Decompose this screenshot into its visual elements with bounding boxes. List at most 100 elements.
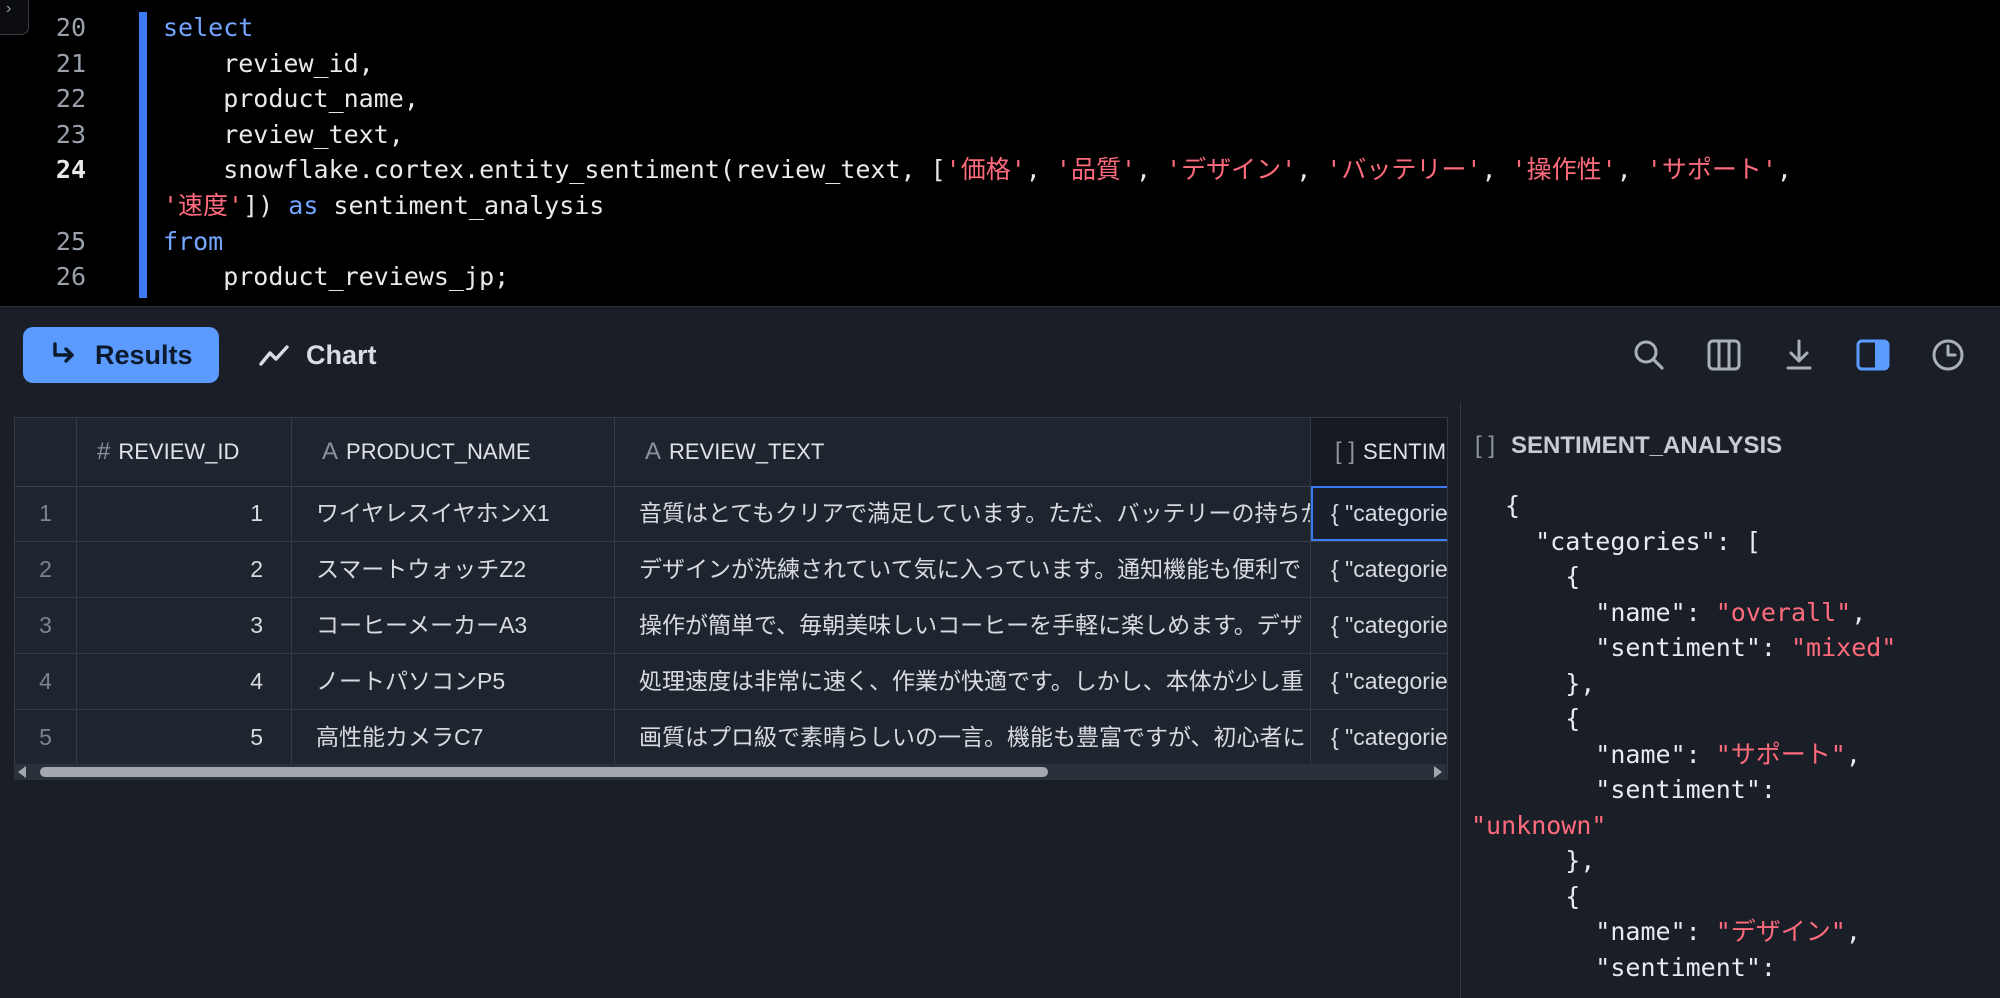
column-header-sentiment-analysis[interactable]: [ ]SENTIMENT_ANALYSIS [1311,418,1447,486]
table-row[interactable]: 4 4 ノートパソコンP5 処理速度は非常に速く、作業が快適です。しかし、本体が少し重… [15,654,1447,710]
json-token: { [1505,491,1521,520]
code-token: sentiment_analysis [318,191,605,220]
line-number: 21 [55,48,86,78]
chart-tab-button[interactable]: Chart [254,327,404,383]
json-line: "name": "サポート", [1505,737,1896,773]
code-token: , [1296,155,1327,185]
cell-review-id[interactable]: 4 [77,654,292,709]
sql-keyword: as [288,191,319,220]
scrollbar-thumb[interactable] [40,767,1048,777]
horizontal-scrollbar[interactable] [14,764,1446,780]
line-number: 26 [55,262,86,292]
json-line: }, [1505,843,1896,879]
code-token: review_id, [163,48,374,78]
row-number: 3 [15,598,77,653]
json-token: "name": [1505,739,1716,769]
cell-sentiment-analysis[interactable]: { "categories": [ [1311,598,1447,653]
cell-sentiment-analysis[interactable]: { "categories": [ [1311,486,1447,541]
json-line: "name": "overall", [1505,595,1896,631]
json-viewer: { "categories": [ { "name": "overall", "… [1471,488,1896,985]
search-icon[interactable] [1629,335,1669,375]
json-line: { [1505,488,1896,524]
detail-title: [ ] SENTIMENT_ANALYSIS [1475,432,1782,460]
row-number-header [15,418,77,486]
json-token: "name": [1505,917,1716,946]
code-token: review_text, [163,119,404,149]
column-header-product-name[interactable]: A PRODUCT_NAME [292,418,615,486]
string-literal: '価格' [945,155,1026,185]
cell-review-id[interactable]: 1 [77,486,292,541]
json-string-value: "mixed" [1790,633,1897,662]
json-line: "name": "デザイン", [1505,914,1896,950]
cell-review-text[interactable]: 画質はプロ級で素晴らしいの一言。機能も豊富ですが、初心者に [615,710,1311,765]
cell-review-id[interactable]: 3 [77,598,292,653]
history-icon[interactable] [1928,335,1968,375]
table-row[interactable]: 5 5 高性能カメラC7 画質はプロ級で素晴らしいの一言。機能も豊富ですが、初心者に{… [15,710,1447,766]
cell-review-text[interactable]: 操作が簡単で、毎朝美味しいコーヒーを手軽に楽しめます。デザ [615,598,1311,653]
cell-review-id[interactable]: 2 [77,542,292,597]
table-row[interactable]: 3 3 コーヒーメーカーA3 操作が簡単で、毎朝美味しいコーヒーを手軽に楽しめます。デ… [15,598,1447,654]
code-text: review_text, [163,117,404,153]
code-token: , [1616,155,1647,185]
json-string-value: "unknown" [1471,810,1607,840]
cell-review-text[interactable]: 処理速度は非常に速く、作業が快適です。しかし、本体が少し重 [615,654,1311,709]
scroll-left-arrow[interactable] [18,766,26,778]
cell-sentiment-analysis[interactable]: { "categories": [ [1311,710,1447,765]
string-literal: 'デザイン' [1166,155,1297,185]
json-line: "sentiment": "mixed" [1505,630,1896,666]
json-token: , [1845,739,1861,769]
json-token: "categories": [ [1505,526,1761,556]
column-header-review-id[interactable]: # REVIEW_ID [77,418,292,486]
code-token: , [1025,155,1056,185]
row-number: 1 [15,486,77,541]
results-tab-button[interactable]: Results [23,327,219,383]
json-string-value: "overall" [1715,597,1852,627]
cell-product-name[interactable]: コーヒーメーカーA3 [292,598,615,653]
array-type-icon: [ ] [1335,438,1356,465]
cell-review-id[interactable]: 5 [77,710,292,765]
cell-detail-panel: [ ] SENTIMENT_ANALYSIS { "categories": [ … [1460,402,2000,998]
detail-title-label: SENTIMENT_ANALYSIS [1511,432,1783,459]
return-arrow-icon [53,342,74,363]
cell-product-name[interactable]: 高性能カメラC7 [292,710,615,765]
text-type-icon: A [645,438,662,465]
cell-review-text[interactable]: 音質はとてもクリアで満足しています。ただ、バッテリーの持ちが [615,486,1311,541]
active-statement-bar [139,12,147,298]
results-toolbar: Results Chart [0,306,2000,403]
code-text: snowflake.cortex.entity_sentiment(review… [163,152,1792,188]
cell-sentiment-analysis[interactable]: { "categories": [ [1311,654,1447,709]
panel-toggle-icon[interactable] [1853,335,1893,375]
columns-icon[interactable] [1704,335,1744,375]
download-icon[interactable] [1779,335,1819,375]
code-token: , [1481,155,1512,185]
json-token: }, [1505,668,1596,698]
json-token: { [1505,881,1581,911]
json-line: "sentiment": [1505,772,1896,808]
cell-product-name[interactable]: スマートウォッチZ2 [292,542,615,597]
cell-sentiment-analysis[interactable]: { "categories": [ [1311,542,1447,597]
json-token: { [1505,704,1581,733]
sql-editor[interactable]: › 20 select 21 review_id, 22 product_name, 2… [0,0,2000,306]
json-token: { [1505,562,1581,591]
chart-tab-label: Chart [306,340,377,370]
column-header-review-text[interactable]: A REVIEW_TEXT [615,418,1311,486]
line-number: 24 [55,155,86,185]
code-text: review_id, [163,46,374,82]
json-string-value: "サポート" [1715,739,1846,769]
scroll-right-arrow[interactable] [1434,766,1442,778]
line-number: 20 [55,13,86,42]
line-number: 25 [55,226,86,256]
json-token: , [1845,917,1861,946]
results-pane: # REVIEW_ID A PRODUCT_NAME A REVIEW_TEXT [ … [0,402,1460,998]
cell-product-name[interactable]: ノートパソコンP5 [292,654,615,709]
code-text: '速度']) as sentiment_analysis [163,188,604,224]
cell-review-text[interactable]: デザインが洗練されていて気に入っています。通知機能も便利で [615,542,1311,597]
table-row[interactable]: 2 2 スマートウォッチZ2 デザインが洗練されていて気に入っています。通知機能も便利… [15,542,1447,598]
cell-product-name[interactable]: ワイヤレスイヤホンX1 [292,486,615,541]
string-literal: 'バッテリー' [1326,155,1482,185]
number-type-icon: # [97,438,111,465]
table-row[interactable]: 1 1 ワイヤレスイヤホンX1 音質はとてもクリアで満足しています。ただ、バッテリーの… [15,486,1447,542]
sql-keyword: select [163,13,254,42]
results-grid[interactable]: # REVIEW_ID A PRODUCT_NAME A REVIEW_TEXT [ … [14,417,1448,779]
code-text: product_name, [163,81,419,117]
